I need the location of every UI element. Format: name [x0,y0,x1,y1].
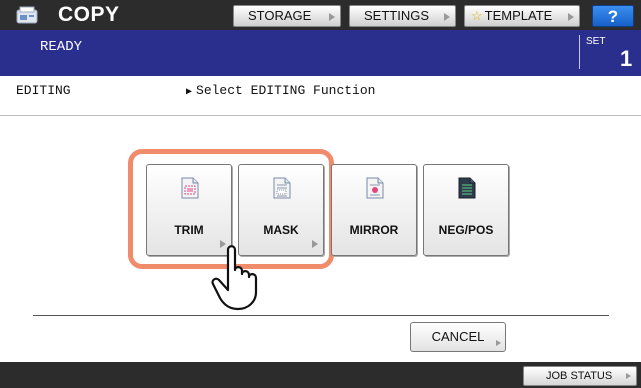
mirror-button[interactable]: MIRROR [331,164,417,256]
negpos-document-icon [458,177,476,199]
job-status-label: JOB STATUS [546,370,613,382]
instruction-line: EDITING ▶ Select EDITING Function [0,76,641,116]
help-button[interactable]: ? [592,5,634,27]
storage-button-label: STORAGE [248,8,312,23]
arrow-right-icon [496,340,501,346]
storage-button[interactable]: STORAGE [233,5,341,27]
settings-button-label: SETTINGS [364,8,430,23]
triangle-icon: ▶ [186,87,193,98]
trim-document-icon [181,177,199,199]
negpos-button[interactable]: NEG/POS [423,164,509,256]
template-button-label: TEMPLATE [484,8,553,23]
settings-button[interactable]: SETTINGS [349,5,456,27]
copier-icon [16,6,38,24]
mask-button[interactable]: MASK [238,164,324,256]
status-bar: READY SET 1 [0,30,641,76]
divider [579,35,580,69]
section-title: EDITING [16,83,71,98]
arrow-right-icon [312,240,318,248]
star-icon: ☆ [471,8,483,23]
arrow-right-icon [626,373,631,379]
instruction-text: ▶ Select EDITING Function [186,83,375,98]
top-bar: COPY STORAGE SETTINGS ☆ TEMPLATE ? [0,0,641,30]
set-count: 1 [620,46,633,71]
set-label: SET [586,36,606,47]
template-button[interactable]: ☆ TEMPLATE [464,5,580,27]
arrow-right-icon [444,13,450,21]
mask-label: MASK [263,223,299,237]
trim-label: TRIM [174,223,204,237]
bottom-divider [33,315,609,316]
negpos-label: NEG/POS [438,223,494,237]
trim-button[interactable]: TRIM [146,164,232,256]
arrow-right-icon [329,13,335,21]
arrow-right-icon [568,13,574,21]
app-title: COPY [58,3,120,26]
job-status-button[interactable]: JOB STATUS [523,366,637,386]
machine-status: READY [40,39,83,55]
mask-document-icon [273,177,291,199]
cancel-label: CANCEL [431,329,485,344]
cancel-button[interactable]: CANCEL [410,322,506,352]
instruction-label: Select EDITING Function [196,83,376,98]
pointer-hand-icon [211,245,258,311]
mirror-label: MIRROR [349,223,399,237]
mirror-document-icon [366,177,384,199]
